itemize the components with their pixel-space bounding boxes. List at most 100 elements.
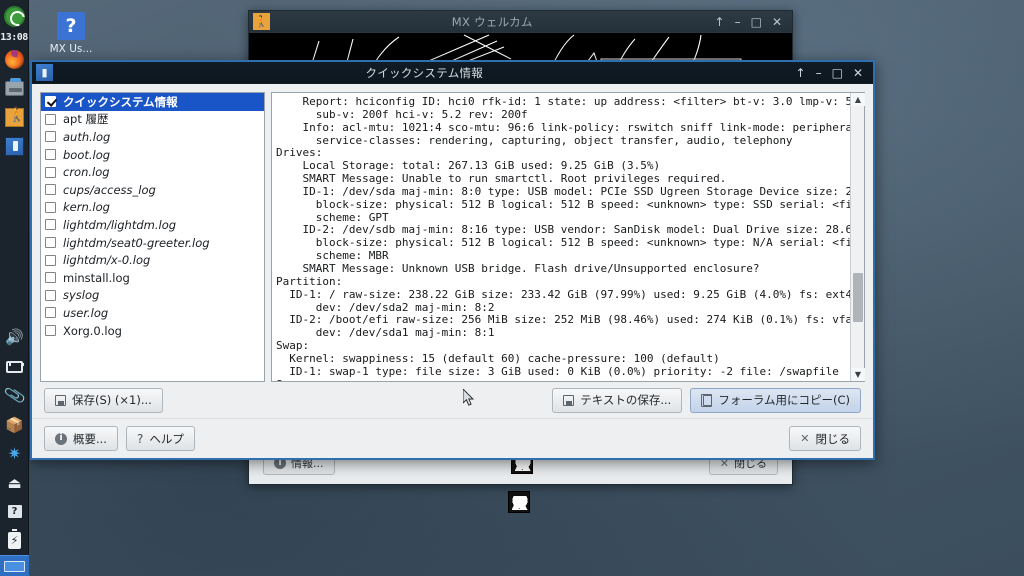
qsi-toolbar: 保存(S) (×1)... テキストの保存... フォーラム用にコピー(C) xyxy=(32,382,873,418)
scroll-down-arrow[interactable]: ▼ xyxy=(851,368,865,381)
scrollbar-thumb[interactable] xyxy=(853,273,863,322)
log-list-item[interactable]: Xorg.0.log xyxy=(41,322,264,340)
log-item-label: apt 履歴 xyxy=(63,112,109,127)
log-list-item[interactable]: lightdm/lightdm.log xyxy=(41,216,264,234)
log-item-label: cron.log xyxy=(63,165,110,180)
log-item-checkbox[interactable] xyxy=(45,201,56,213)
bluetooth-icon[interactable]: ✷ xyxy=(0,439,29,468)
qsi-titlebar[interactable]: ▮ クイックシステム情報 ↑ – □ ✕ xyxy=(32,62,873,84)
copy-for-forum-button[interactable]: フォーラム用にコピー(C) xyxy=(690,387,861,413)
log-item-checkbox[interactable] xyxy=(45,113,56,125)
qsi-bottom-bar: i 概要... ? ヘルプ ✕ 閉じる xyxy=(32,418,873,458)
save-text-icon xyxy=(563,394,575,406)
qsi-close-dialog-button[interactable]: ✕ 閉じる xyxy=(789,426,861,451)
network-icon[interactable] xyxy=(0,352,29,381)
battery-widget[interactable] xyxy=(0,555,29,576)
copy-icon xyxy=(701,393,713,407)
close-button[interactable]: ✕ xyxy=(772,16,782,28)
about-info-icon: i xyxy=(55,432,67,445)
maximize-button[interactable]: □ xyxy=(751,16,762,28)
log-item-checkbox[interactable] xyxy=(45,149,56,161)
session-restart-icon[interactable] xyxy=(0,2,29,31)
question-mark-icon: ? xyxy=(136,431,144,446)
package-updater-icon[interactable]: 📦 xyxy=(0,410,29,439)
log-item-label: user.log xyxy=(63,305,109,320)
log-list-item[interactable]: cron.log xyxy=(41,163,264,181)
log-item-checkbox[interactable] xyxy=(45,237,56,249)
log-item-label: cups/access_log xyxy=(63,182,156,197)
log-list-item[interactable]: lightdm/x-0.log xyxy=(41,251,264,269)
log-item-checkbox[interactable] xyxy=(45,166,56,178)
log-list-item[interactable]: lightdm/seat0-greeter.log xyxy=(41,234,264,252)
save-text-button[interactable]: テキストの保存... xyxy=(552,387,683,413)
log-list-item[interactable]: boot.log xyxy=(41,146,264,164)
log-list-item[interactable]: クイックシステム情報 xyxy=(41,93,264,111)
volume-icon[interactable]: 🔊 xyxy=(0,323,29,352)
mx-welcome-titlebar[interactable]: 🚶 MX ウェルカム ↑ – □ ✕ xyxy=(249,11,792,33)
report-pane[interactable]: Report: hciconfig ID: hci0 rfk-id: 1 sta… xyxy=(271,92,865,382)
log-item-label: kern.log xyxy=(63,200,110,215)
scroll-up-arrow[interactable]: ▲ xyxy=(851,93,865,106)
save-icon xyxy=(55,394,66,406)
log-item-checkbox[interactable] xyxy=(45,325,56,337)
log-item-checkbox[interactable] xyxy=(45,272,56,284)
mx-welcome-window-icon: 🚶 xyxy=(253,13,270,30)
about-button[interactable]: i 概要... xyxy=(44,426,118,451)
qsi-close-label: 閉じる xyxy=(815,431,851,446)
qsi-maximize-button[interactable]: □ xyxy=(832,67,843,79)
log-item-label: syslog xyxy=(63,288,100,303)
qsi-title: クイックシステム情報 xyxy=(365,65,484,80)
taskbar-entry-label: MX Us... xyxy=(49,43,93,55)
shade-button[interactable]: ↑ xyxy=(715,16,725,28)
log-list-item[interactable]: user.log xyxy=(41,304,264,322)
log-item-label: minstall.log xyxy=(63,270,130,285)
log-item-label: auth.log xyxy=(63,129,111,144)
log-item-checkbox[interactable] xyxy=(45,131,56,143)
report-text[interactable]: Report: hciconfig ID: hci0 rfk-id: 1 sta… xyxy=(272,93,850,381)
help-button-label: ヘルプ xyxy=(149,431,184,446)
log-list-item[interactable]: cups/access_log xyxy=(41,181,264,199)
mx-welcome-icon[interactable] xyxy=(0,103,29,132)
copy-for-forum-label: フォーラム用にコピー(C) xyxy=(718,393,850,407)
help-icon[interactable]: ? xyxy=(0,497,29,526)
log-list-item[interactable]: apt 履歴 xyxy=(41,111,264,129)
eject-icon[interactable]: ⏏ xyxy=(0,468,29,497)
help-button[interactable]: ? ヘルプ xyxy=(125,426,195,451)
taskbar-entry-mx-user-manual[interactable]: ? MX Us... xyxy=(40,12,102,55)
firefox-icon[interactable] xyxy=(0,45,29,74)
log-list-item[interactable]: minstall.log xyxy=(41,269,264,287)
log-file-list[interactable]: クイックシステム情報 apt 履歴 auth.log boot.log cron.log… xyxy=(40,92,265,382)
welcome-center-dashboard-icon xyxy=(507,491,534,517)
log-list-item[interactable]: kern.log xyxy=(41,199,264,217)
save-text-button-label: テキストの保存... xyxy=(580,393,672,407)
log-item-checkbox[interactable] xyxy=(45,254,56,266)
quick-system-info-icon[interactable] xyxy=(0,132,29,161)
qsi-close-button[interactable]: ✕ xyxy=(853,67,863,79)
log-list-item[interactable]: auth.log xyxy=(41,128,264,146)
toolbox-icon[interactable] xyxy=(0,74,29,103)
log-item-label: クイックシステム情報 xyxy=(63,94,178,109)
report-scrollbar[interactable]: ▲ ▼ xyxy=(850,93,865,381)
qsi-minimize-button[interactable]: – xyxy=(816,67,822,79)
log-item-checkbox[interactable] xyxy=(45,289,56,301)
quick-system-info-window[interactable]: ▮ クイックシステム情報 ↑ – □ ✕ クイックシステム情報 apt 履歴 aut… xyxy=(30,60,875,460)
save-button[interactable]: 保存(S) (×1)... xyxy=(44,387,163,413)
log-item-checkbox[interactable] xyxy=(45,184,56,196)
left-panel: 13:08 🔊 📎 📦 ✷ ⏏ ? ⚡ xyxy=(0,0,29,576)
close-x-icon: ✕ xyxy=(800,432,810,445)
minimize-button[interactable]: – xyxy=(735,16,741,28)
qsi-shade-button[interactable]: ↑ xyxy=(796,67,806,79)
battery-charging-icon[interactable]: ⚡ xyxy=(0,526,29,555)
log-item-label: Xorg.0.log xyxy=(63,323,122,338)
clipboard-icon[interactable]: 📎 xyxy=(0,381,29,410)
log-item-checkbox[interactable] xyxy=(45,96,56,108)
panel-clock[interactable]: 13:08 xyxy=(0,31,28,45)
log-list-item[interactable]: syslog xyxy=(41,287,264,305)
log-item-checkbox[interactable] xyxy=(45,307,56,319)
help-question-icon: ? xyxy=(57,12,85,40)
log-item-label: lightdm/seat0-greeter.log xyxy=(63,235,210,250)
save-button-label: 保存(S) (×1)... xyxy=(72,393,152,407)
log-item-label: lightdm/x-0.log xyxy=(63,253,151,268)
log-item-label: lightdm/lightdm.log xyxy=(63,217,177,232)
log-item-checkbox[interactable] xyxy=(45,219,56,231)
